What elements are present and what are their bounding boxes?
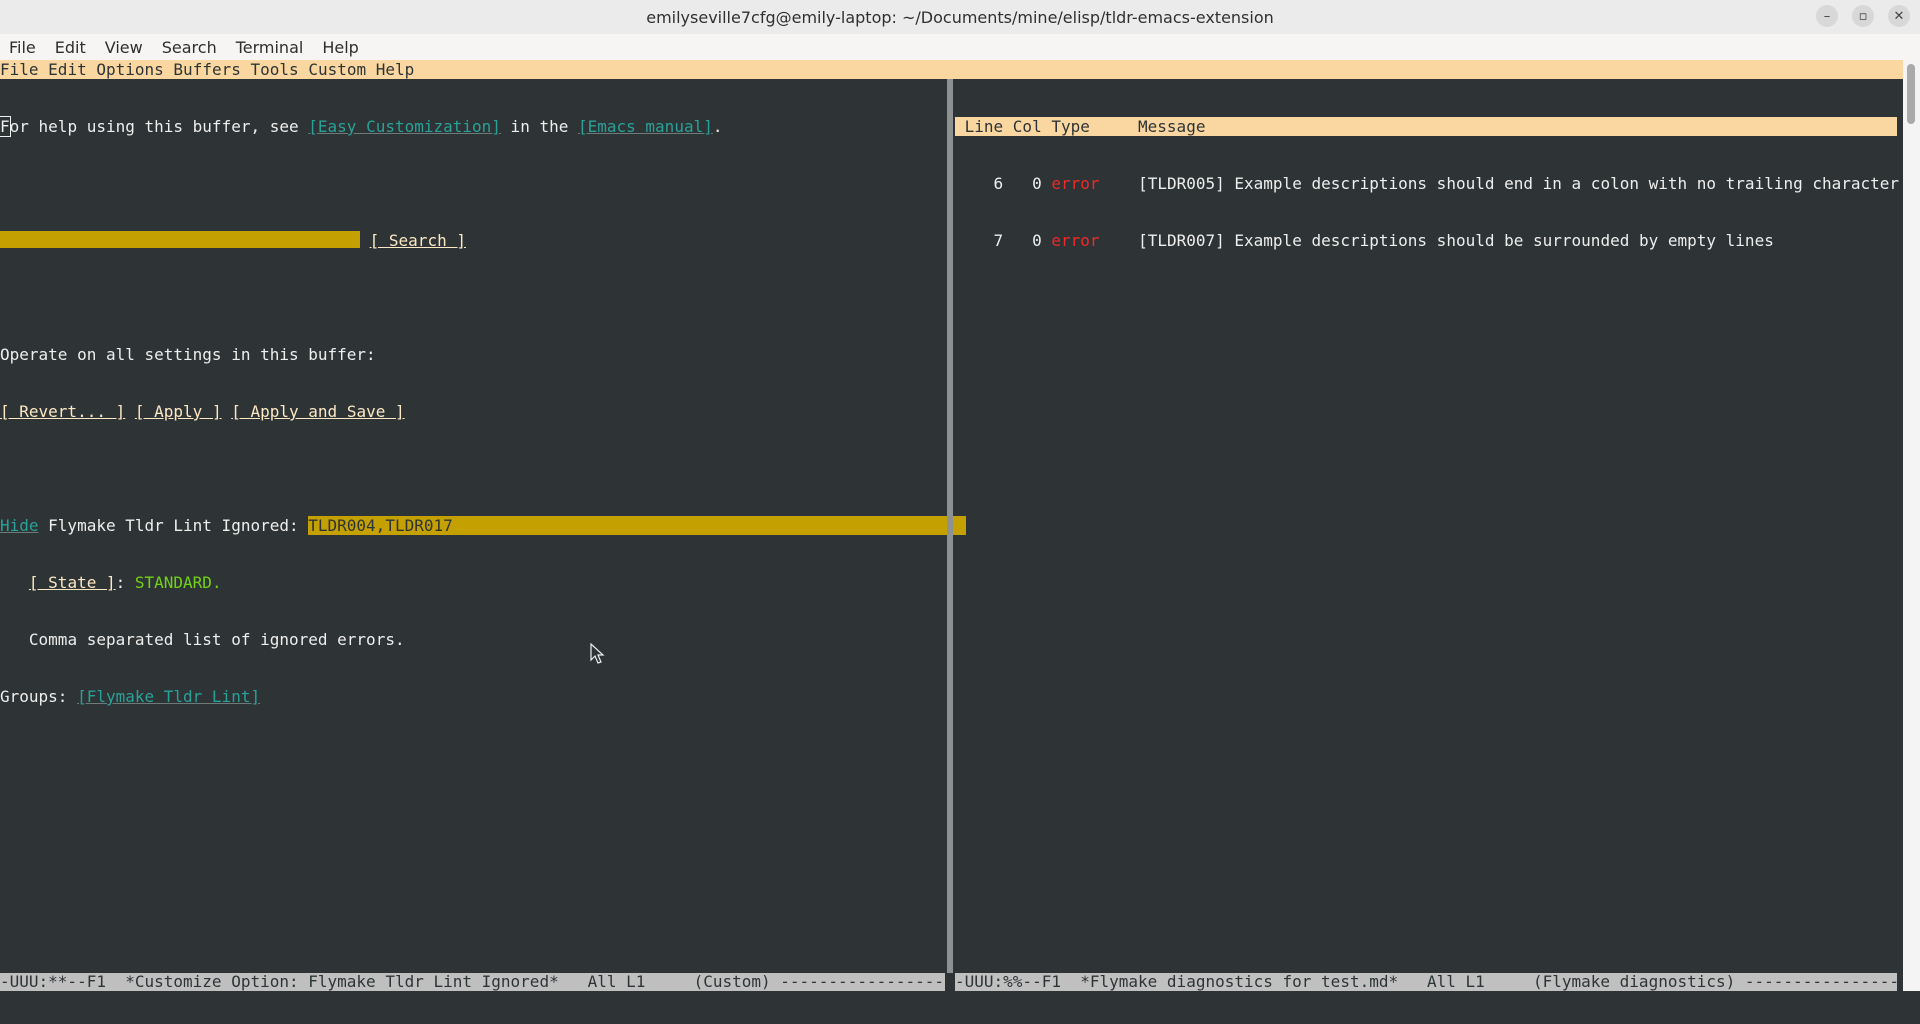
diag-message: [TLDR007] Example descriptions should be… — [1138, 231, 1774, 250]
terminal-menu-help[interactable]: Help — [313, 38, 368, 57]
window-title: emilyseville7cfg@emily-laptop: ~/Documen… — [646, 7, 1274, 27]
help-text: or help using this buffer, see — [9, 117, 309, 136]
emacs-menu-edit[interactable]: Edit — [48, 60, 87, 79]
search-input[interactable] — [0, 231, 360, 248]
emacs-menu-file[interactable]: File — [0, 60, 39, 79]
customize-buffer[interactable]: For help using this buffer, see [Easy Cu… — [0, 79, 967, 973]
option-value-field[interactable]: TLDR004,TLDR017 — [308, 516, 967, 535]
emacs-menu-options[interactable]: Options — [96, 60, 163, 79]
doc-string: Comma separated list of ignored errors. — [28, 630, 405, 649]
search-button[interactable]: [ Search ] — [370, 231, 466, 250]
diag-col: 0 — [1032, 174, 1042, 193]
scrollbar-thumb[interactable] — [1907, 64, 1915, 124]
diag-line: 6 — [993, 174, 1004, 193]
diag-message: [TLDR005] Example descriptions should en… — [1138, 174, 1909, 193]
state-button[interactable]: [ State ] — [29, 573, 116, 592]
easy-customization-link[interactable]: [Easy Customization] — [308, 117, 501, 136]
operate-text: Operate on all settings in this buffer: — [0, 345, 376, 364]
emacs-menu-help[interactable]: Help — [376, 60, 415, 79]
apply-button[interactable]: [ Apply ] — [135, 402, 222, 421]
mode-line-left[interactable]: -UUU:**--F1 *Customize Option: Flymake T… — [0, 973, 945, 991]
terminal-menubar: File Edit View Search Terminal Help — [0, 34, 1920, 60]
groups-line: Groups: [Flymake Tldr Lint] — [0, 687, 945, 706]
mouse-pointer-icon — [590, 643, 605, 664]
diagnostic-row[interactable]: 6 0 error [TLDR005] Example descriptions… — [955, 174, 1909, 193]
state-line: [ State ]: STANDARD. — [0, 573, 945, 592]
diag-type: error — [1051, 174, 1100, 193]
diagnostic-row[interactable]: 7 0 error [TLDR007] Example descriptions… — [955, 231, 1897, 250]
terminal-menu-edit[interactable]: Edit — [46, 38, 96, 57]
maximize-icon[interactable]: ▫ — [1852, 5, 1874, 27]
apply-and-save-button[interactable]: [ Apply and Save ] — [231, 402, 404, 421]
emacs-menubar: File Edit Options Buffers Tools Custom H… — [0, 60, 1920, 79]
revert-button[interactable]: [ Revert... ] — [0, 402, 125, 421]
close-icon[interactable]: ✕ — [1888, 5, 1910, 27]
window-divider[interactable] — [947, 79, 953, 973]
echo-area[interactable] — [0, 991, 1920, 1024]
terminal-menu-search[interactable]: Search — [153, 38, 227, 57]
minimize-icon[interactable]: – — [1816, 5, 1838, 27]
diag-type: error — [1051, 231, 1100, 250]
window-titlebar: emilyseville7cfg@emily-laptop: ~/Documen… — [0, 0, 1920, 34]
search-line: [ Search ] — [0, 231, 945, 250]
doc-line: Comma separated list of ignored errors. — [0, 630, 945, 649]
emacs-menu-custom[interactable]: Custom — [308, 60, 366, 79]
terminal-menu-view[interactable]: View — [96, 38, 153, 57]
state-value: STANDARD. — [134, 573, 222, 592]
text-cursor: F — [0, 116, 11, 137]
option-name: Flymake Tldr Lint Ignored: — [38, 516, 309, 535]
help-in-the: in the — [500, 117, 578, 136]
mode-line-right[interactable]: -UUU:%%--F1 *Flymake diagnostics for tes… — [955, 973, 1897, 991]
global-buttons: [ Revert... ] [ Apply ] [ Apply and Save… — [0, 402, 945, 421]
flymake-diagnostics-buffer[interactable]: Line Col Type Message 6 0 error [TLDR005… — [955, 79, 1909, 973]
state-colon: : — [115, 573, 135, 592]
diag-col: 0 — [1032, 231, 1042, 250]
emacs-menu-buffers[interactable]: Buffers — [173, 60, 240, 79]
groups-link[interactable]: [Flymake Tldr Lint] — [77, 687, 260, 706]
diagnostics-header[interactable]: Line Col Type Message — [955, 117, 1897, 136]
hide-link[interactable]: Hide — [0, 516, 39, 535]
help-period: . — [712, 117, 723, 136]
emacs-menu-tools[interactable]: Tools — [251, 60, 299, 79]
help-line: For help using this buffer, see [Easy Cu… — [0, 116, 945, 137]
groups-label: Groups: — [0, 687, 78, 706]
diag-line: 7 — [993, 231, 1004, 250]
terminal-scrollbar[interactable] — [1903, 60, 1920, 991]
option-line: Hide Flymake Tldr Lint Ignored: TLDR004,… — [0, 516, 967, 535]
terminal-menu-terminal[interactable]: Terminal — [227, 38, 314, 57]
emacs-manual-link[interactable]: [Emacs manual] — [578, 117, 713, 136]
terminal-menu-file[interactable]: File — [0, 38, 46, 57]
